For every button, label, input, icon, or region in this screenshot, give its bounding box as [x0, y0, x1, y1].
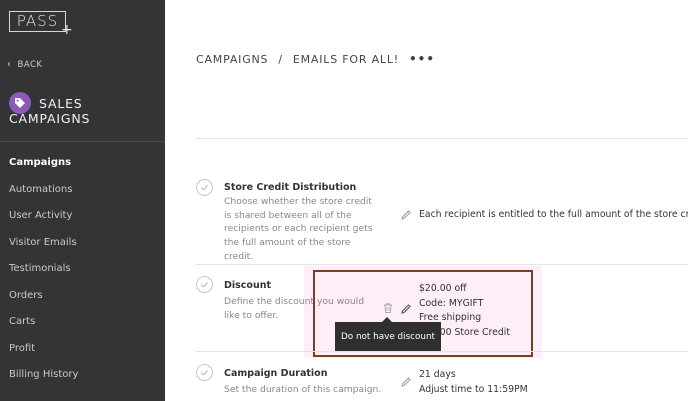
check-circle-icon [196, 179, 213, 196]
pencil-icon[interactable] [400, 209, 412, 221]
duration-days: 21 days [419, 369, 456, 380]
sidebar-nav: Campaigns Automations User Activity Visi… [9, 157, 78, 396]
pencil-icon[interactable] [400, 376, 412, 388]
sidebar-item-carts[interactable]: Carts [9, 316, 78, 343]
back-link[interactable]: ‹ BACK [7, 59, 43, 71]
step-description: Choose whether the store credit is share… [224, 196, 373, 262]
step-title: Store Credit Distribution [224, 182, 357, 193]
divider [196, 138, 688, 139]
more-options-icon[interactable]: ••• [409, 52, 435, 66]
sidebar-item-profit[interactable]: Profit [9, 343, 78, 370]
chevron-left-icon: ‹ [7, 59, 12, 70]
sidebar-item-campaigns[interactable]: Campaigns [9, 157, 78, 184]
section-title: SALES CAMPAIGNS [9, 96, 149, 126]
step-title: Discount [224, 280, 272, 291]
duration-adjust-time: Adjust time to 11:59PM [419, 383, 528, 395]
sidebar-item-visitor-emails[interactable]: Visitor Emails [9, 237, 78, 264]
pass-logo[interactable]: PASS [9, 11, 66, 32]
step-title: Campaign Duration [224, 368, 328, 379]
divider [196, 264, 688, 265]
check-circle-icon [196, 276, 213, 293]
sidebar-item-automations[interactable]: Automations [9, 184, 78, 211]
sidebar-item-orders[interactable]: Orders [9, 290, 78, 317]
check-circle-icon [196, 364, 213, 381]
breadcrumb-root[interactable]: CAMPAIGNS [196, 53, 268, 66]
tooltip: Do not have discount [335, 317, 441, 351]
sidebar: PASS + ‹ BACK SALES CAMPAIGNS Campaigns … [0, 0, 165, 401]
section-title-line1: SALES [39, 96, 83, 111]
sidebar-item-testimonials[interactable]: Testimonials [9, 263, 78, 290]
divider [0, 141, 165, 142]
duration-values: 21 days Adjust time to 11:59PM [419, 368, 528, 397]
back-label: BACK [17, 60, 43, 70]
divider [196, 351, 688, 352]
breadcrumb-current: EMAILS FOR ALL! [292, 52, 399, 66]
logo-plus-icon: + [61, 22, 73, 38]
sidebar-item-billing-history[interactable]: Billing History [9, 369, 78, 396]
step-value: Each recipient is entitled to the full a… [419, 209, 688, 220]
tooltip-text: Do not have discount [341, 331, 435, 342]
step-description: Set the duration of this campaign. [224, 384, 382, 395]
section-title-line2: CAMPAIGNS [9, 111, 91, 126]
sidebar-item-user-activity[interactable]: User Activity [9, 210, 78, 237]
breadcrumb-separator: / [278, 52, 283, 66]
breadcrumb: CAMPAIGNS / EMAILS FOR ALL! ••• [196, 52, 435, 66]
